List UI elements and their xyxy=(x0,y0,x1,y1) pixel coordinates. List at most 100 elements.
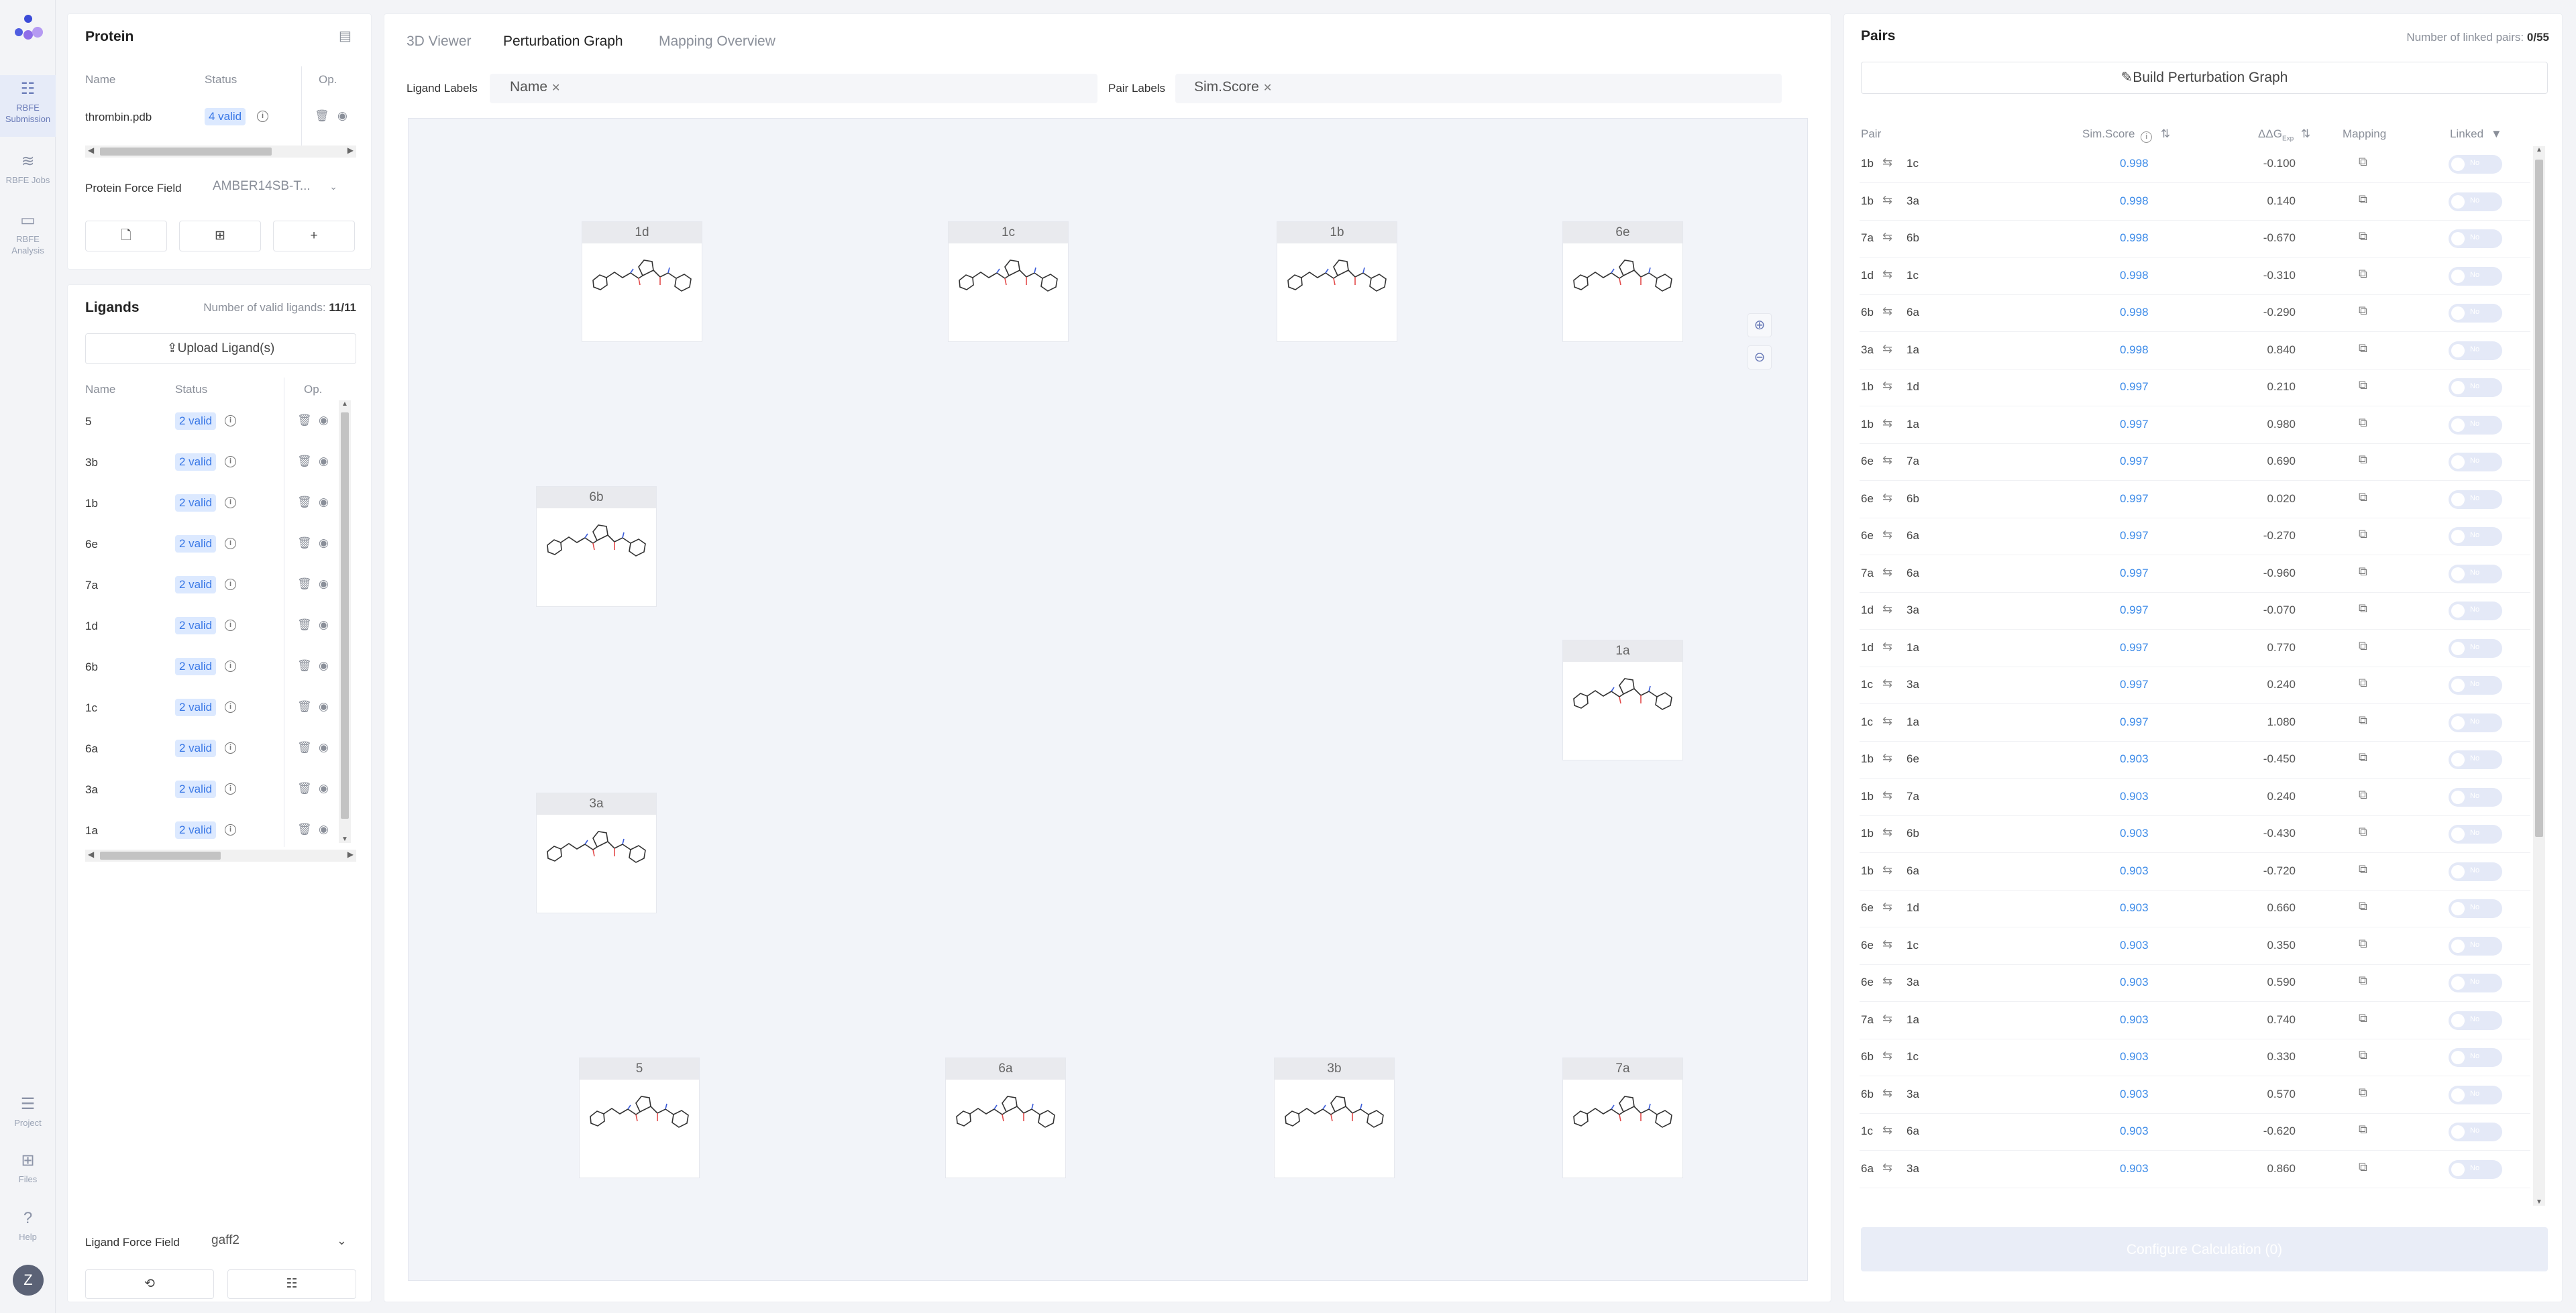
scroll-thumb[interactable] xyxy=(2535,160,2543,837)
info-icon[interactable]: i xyxy=(225,579,236,590)
pair-row[interactable]: 7a ⇆ 1a 0.903 0.740 ⧉ No xyxy=(1860,1003,2530,1039)
eye-icon[interactable]: ◉ xyxy=(319,741,329,754)
trash-icon[interactable]: 🗑 xyxy=(297,414,312,427)
mapping-icon[interactable]: ⧉ xyxy=(2359,602,2367,616)
sim-score[interactable]: 0.998 xyxy=(2120,231,2149,245)
sim-score[interactable]: 0.903 xyxy=(2120,901,2149,915)
linked-toggle[interactable]: No xyxy=(2449,750,2502,769)
ligand-node[interactable]: 3a xyxy=(536,793,657,913)
rail-item-rbfe-analysis[interactable]: ▭ RBFE Analysis xyxy=(0,212,56,272)
pair-row[interactable]: 6e ⇆ 3a 0.903 0.590 ⧉ No xyxy=(1860,965,2530,1002)
pair-row[interactable]: 1b ⇆ 7a 0.903 0.240 ⧉ No xyxy=(1860,779,2530,816)
info-icon[interactable]: i xyxy=(225,538,236,549)
eye-icon[interactable]: ◉ xyxy=(319,782,329,795)
pair-labels-select[interactable]: Sim.Score ✕ xyxy=(1175,74,1782,103)
mapping-icon[interactable]: ⧉ xyxy=(2359,527,2367,541)
pair-row[interactable]: 6e ⇆ 1c 0.903 0.350 ⧉ No xyxy=(1860,928,2530,965)
sim-score[interactable]: 0.903 xyxy=(2120,752,2149,766)
sim-score[interactable]: 0.903 xyxy=(2120,827,2149,840)
info-icon[interactable]: i xyxy=(225,701,236,713)
mapping-icon[interactable]: ⧉ xyxy=(2359,639,2367,653)
info-icon[interactable]: i xyxy=(225,456,236,467)
tab-mapping-overview[interactable]: Mapping Overview xyxy=(659,34,775,50)
rail-item-rbfe-submission[interactable]: ☷ RBFE Submission xyxy=(0,75,56,137)
eye-icon[interactable]: ◉ xyxy=(337,109,347,123)
linked-toggle[interactable]: No xyxy=(2449,378,2502,397)
mapping-icon[interactable]: ⧉ xyxy=(2359,713,2367,728)
linked-toggle[interactable]: No xyxy=(2449,602,2502,620)
mapping-icon[interactable]: ⧉ xyxy=(2359,1011,2367,1025)
linked-toggle[interactable]: No xyxy=(2449,974,2502,992)
sim-score[interactable]: 0.997 xyxy=(2120,678,2149,691)
sim-score[interactable]: 0.997 xyxy=(2120,380,2149,394)
linked-toggle[interactable]: No xyxy=(2449,527,2502,546)
mapping-icon[interactable]: ⧉ xyxy=(2359,341,2367,355)
sim-score[interactable]: 0.998 xyxy=(2120,157,2149,170)
eye-icon[interactable]: ◉ xyxy=(319,496,329,509)
eye-icon[interactable]: ◉ xyxy=(319,823,329,836)
info-icon[interactable]: i xyxy=(225,742,236,754)
linked-toggle[interactable]: No xyxy=(2449,825,2502,844)
arrow-left-icon[interactable]: ◀ xyxy=(88,850,94,859)
pair-row[interactable]: 1b ⇆ 6e 0.903 -0.450 ⧉ No xyxy=(1860,742,2530,779)
ligand-node[interactable]: 1a xyxy=(1562,640,1683,760)
filter-icon[interactable]: ▼ xyxy=(2491,127,2502,140)
sim-score[interactable]: 0.997 xyxy=(2120,492,2149,506)
sim-score[interactable]: 0.903 xyxy=(2120,1013,2149,1027)
protein-ff-select[interactable]: AMBER14SB-T... ⌄ xyxy=(203,172,347,202)
linked-toggle[interactable]: No xyxy=(2449,899,2502,918)
ligand-node[interactable]: 6b xyxy=(536,486,657,607)
zoom-in-button[interactable]: ⊕ xyxy=(1748,313,1772,337)
arrow-right-icon[interactable]: ▶ xyxy=(347,850,354,859)
ligand-node[interactable]: 1b xyxy=(1277,221,1397,342)
close-icon[interactable]: ✕ xyxy=(1263,82,1272,94)
eye-icon[interactable]: ◉ xyxy=(319,536,329,550)
ligand-node[interactable]: 1d xyxy=(582,221,702,342)
linked-toggle[interactable]: No xyxy=(2449,1011,2502,1030)
sim-score[interactable]: 0.997 xyxy=(2120,529,2149,543)
pair-row[interactable]: 7a ⇆ 6a 0.997 -0.960 ⧉ No xyxy=(1860,556,2530,593)
trash-icon[interactable]: 🗑 xyxy=(297,823,312,836)
linked-toggle[interactable]: No xyxy=(2449,1159,2502,1179)
trash-icon[interactable]: 🗑 xyxy=(297,536,312,550)
linked-toggle[interactable]: No xyxy=(2449,304,2502,323)
sim-score[interactable]: 0.997 xyxy=(2120,567,2149,580)
info-icon[interactable]: i xyxy=(225,497,236,508)
pair-row[interactable]: 1d ⇆ 1c 0.998 -0.310 ⧉ No xyxy=(1860,258,2530,295)
mapping-icon[interactable]: ⧉ xyxy=(2359,899,2367,913)
sim-score[interactable]: 0.903 xyxy=(2120,976,2149,989)
pairs-v-scrollbar[interactable]: ▲ ▼ xyxy=(2533,146,2545,1206)
pair-label-tag[interactable]: Sim.Score ✕ xyxy=(1194,79,1272,95)
mapping-icon[interactable]: ⧉ xyxy=(2359,1086,2367,1100)
sim-score[interactable]: 0.997 xyxy=(2120,604,2149,617)
linked-toggle[interactable]: No xyxy=(2449,713,2502,732)
linked-toggle[interactable]: No xyxy=(2449,415,2502,435)
protein-grid-button[interactable]: ⊞ xyxy=(179,221,261,251)
linked-toggle[interactable]: No xyxy=(2449,1048,2502,1067)
trash-icon[interactable]: 🗑 xyxy=(297,659,312,673)
mapping-icon[interactable]: ⧉ xyxy=(2359,565,2367,579)
info-icon[interactable]: i xyxy=(225,620,236,631)
arrow-down-icon[interactable]: ▼ xyxy=(341,836,348,843)
ligand-v-scrollbar[interactable]: ▲ ▼ xyxy=(339,400,351,843)
eye-icon[interactable]: ◉ xyxy=(319,618,329,632)
linked-toggle[interactable]: No xyxy=(2449,192,2502,211)
pair-row[interactable]: 3a ⇆ 1a 0.998 0.840 ⧉ No xyxy=(1860,333,2530,369)
trash-icon[interactable]: 🗑 xyxy=(297,496,312,509)
pair-row[interactable]: 1b ⇆ 6b 0.903 -0.430 ⧉ No xyxy=(1860,816,2530,853)
pair-row[interactable]: 6e ⇆ 1d 0.903 0.660 ⧉ No xyxy=(1860,891,2530,927)
rail-item-files[interactable]: ⊞ Files xyxy=(0,1152,56,1192)
ligand-refresh-button[interactable]: ⟲ xyxy=(85,1269,214,1299)
trash-icon[interactable]: 🗑 xyxy=(297,577,312,591)
sort-icon[interactable]: ⇅ xyxy=(2161,127,2170,140)
scroll-thumb[interactable] xyxy=(341,412,349,819)
linked-toggle[interactable]: No xyxy=(2449,564,2502,583)
trash-icon[interactable]: 🗑 xyxy=(297,700,312,713)
linked-toggle[interactable]: No xyxy=(2449,862,2502,881)
arrow-up-icon[interactable]: ▲ xyxy=(341,400,348,408)
protein-file-button[interactable]: 🗋 xyxy=(85,221,167,251)
calendar-icon[interactable]: ▤ xyxy=(339,27,352,44)
sim-score[interactable]: 0.903 xyxy=(2120,1162,2149,1176)
upload-ligands-button[interactable]: ⇪Upload Ligand(s) xyxy=(85,333,356,364)
tab-3d-viewer[interactable]: 3D Viewer xyxy=(407,34,472,50)
